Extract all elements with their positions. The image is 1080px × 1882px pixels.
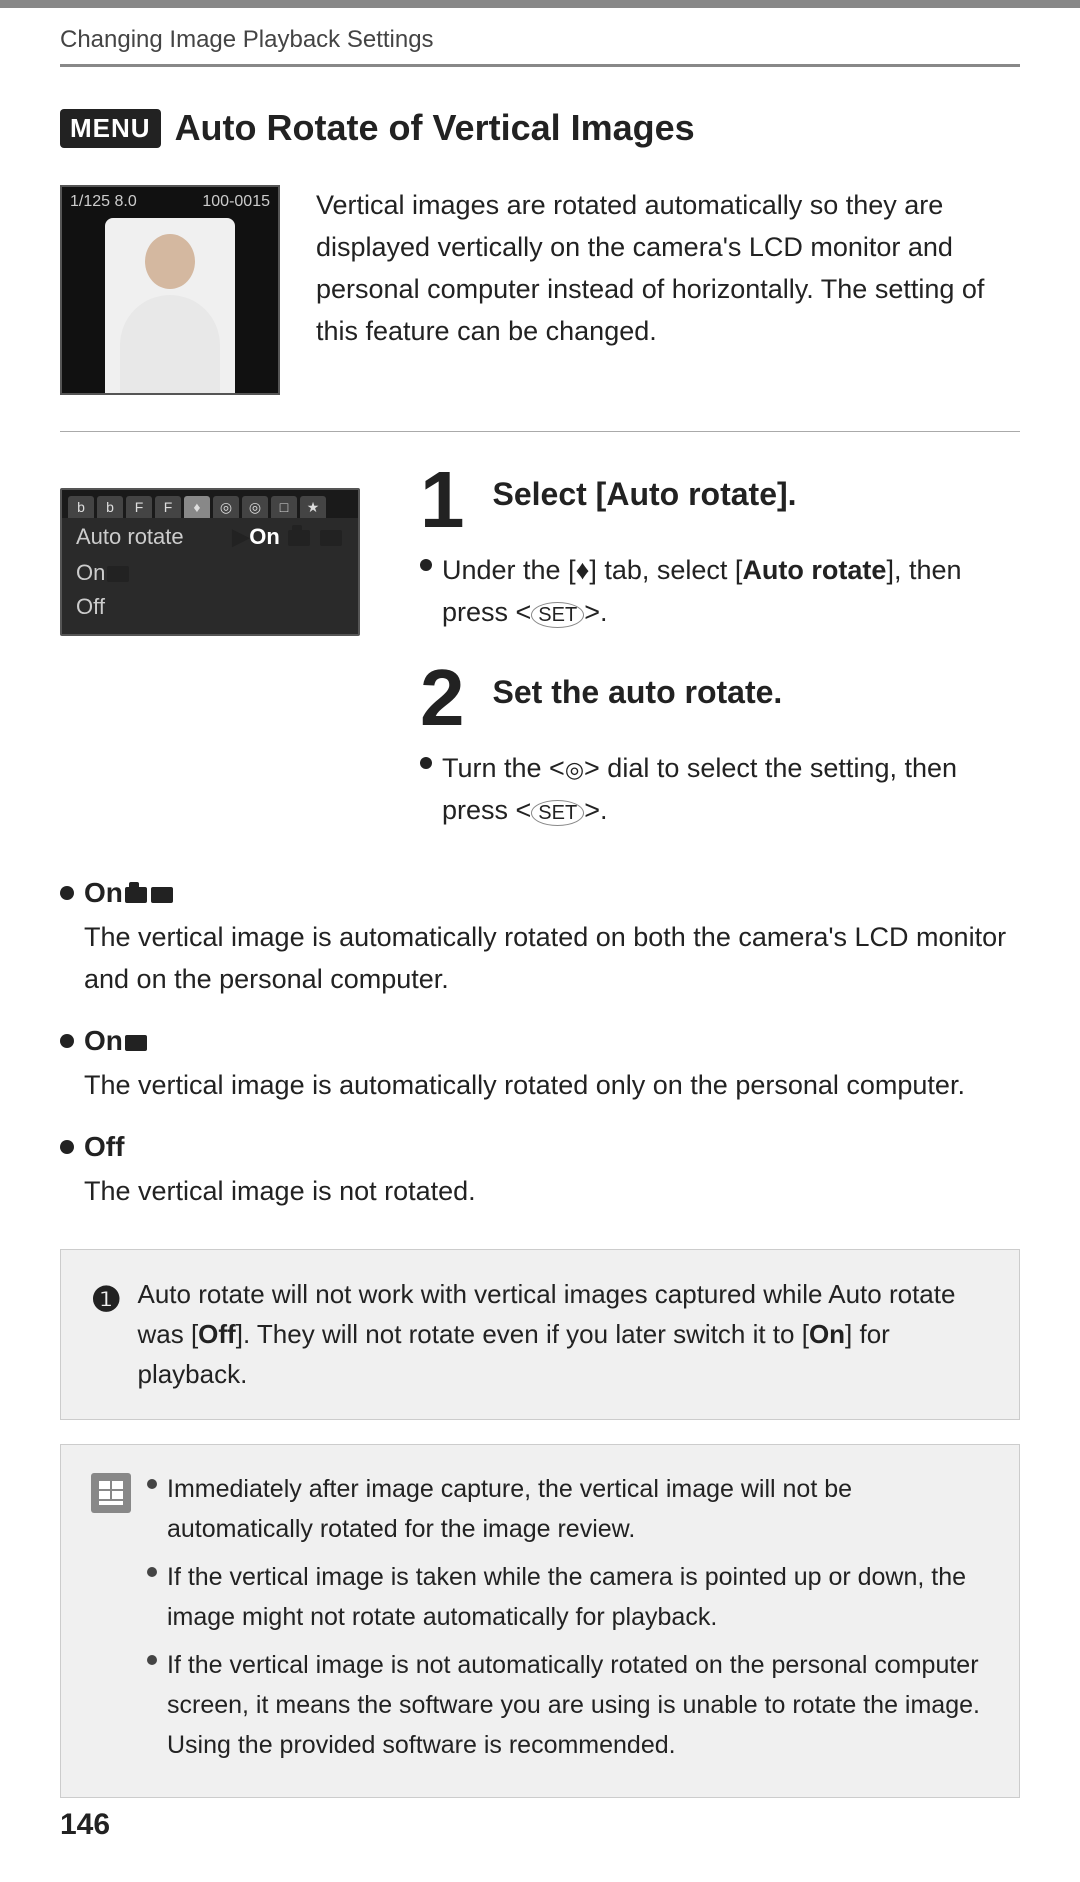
section-title: MENU Auto Rotate of Vertical Images bbox=[60, 107, 1020, 149]
bullet-circle-2 bbox=[60, 1034, 74, 1048]
monitor-icon-heading2 bbox=[125, 1035, 147, 1051]
note-content: Immediately after image capture, the ver… bbox=[147, 1469, 989, 1773]
menu-value-auto-rotate: ▶On bbox=[232, 524, 344, 550]
note-icon-svg bbox=[97, 1479, 125, 1507]
menu-tab-4: F bbox=[155, 496, 181, 518]
menu-tab-9: ★ bbox=[300, 496, 326, 518]
camera-image-thumbnail: 1/125 8.0 100-0015 bbox=[60, 185, 280, 395]
menu-tab-1: b bbox=[68, 496, 94, 518]
step2-title: Set the auto rotate. bbox=[493, 666, 783, 711]
step2-content: Turn the <◎> dial to select the setting,… bbox=[420, 748, 1020, 832]
step1-block: 1 Select [Auto rotate]. Under the [♦] ta… bbox=[420, 468, 1020, 634]
step1-content: Under the [♦] tab, select [Auto rotate],… bbox=[420, 550, 1020, 634]
menu-tab-2: b bbox=[97, 496, 123, 518]
menu-tab-7: ◎ bbox=[242, 496, 268, 518]
off-body: The vertical image is not rotated. bbox=[84, 1171, 1020, 1213]
bullet-on-cam-heading: On bbox=[60, 877, 1020, 909]
breadcrumb: Changing Image Playback Settings bbox=[0, 8, 1080, 64]
page-number: 146 bbox=[60, 1808, 110, 1842]
menu-label-auto-rotate: Auto rotate bbox=[76, 524, 184, 550]
menu-tab-5-active: ♦ bbox=[184, 496, 210, 518]
bullet-dot-1 bbox=[420, 559, 432, 571]
menu-tab-8: □ bbox=[271, 496, 297, 518]
monitor-icon-small bbox=[320, 530, 342, 546]
section-title-text: Auto Rotate of Vertical Images bbox=[175, 107, 695, 149]
bullet-off-heading: Off bbox=[60, 1131, 1020, 1163]
bullet-circle-1 bbox=[60, 886, 74, 900]
step2-number: 2 bbox=[420, 658, 465, 738]
person-head bbox=[145, 234, 195, 289]
note-dot-3 bbox=[147, 1655, 157, 1665]
menu-badge: MENU bbox=[60, 109, 161, 148]
warning-text: Auto rotate will not work with vertical … bbox=[137, 1274, 989, 1395]
camera-image-info: 1/125 8.0 100-0015 bbox=[70, 193, 270, 211]
note-bullet-1: Immediately after image capture, the ver… bbox=[147, 1469, 989, 1549]
step2-bullet: Turn the <◎> dial to select the setting,… bbox=[420, 748, 1020, 832]
intro-text: Vertical images are rotated automaticall… bbox=[316, 185, 1020, 395]
camera-icon-heading bbox=[125, 887, 147, 903]
menu-tabs: b b F F ♦ ◎ ◎ □ ★ bbox=[62, 490, 358, 518]
bullet-dot-2 bbox=[420, 757, 432, 769]
note-text-3: If the vertical image is not automatical… bbox=[167, 1645, 989, 1765]
note-box: Immediately after image capture, the ver… bbox=[60, 1444, 1020, 1798]
bullet-off-section: Off The vertical image is not rotated. bbox=[60, 1131, 1020, 1213]
on-cam-monitor-body: The vertical image is automatically rota… bbox=[84, 917, 1020, 1001]
bullet-on-monitor-heading: On bbox=[60, 1025, 1020, 1057]
file-number: 100-0015 bbox=[202, 193, 270, 211]
set-key-2: SET bbox=[531, 800, 584, 826]
menu-row-auto-rotate: Auto rotate ▶On bbox=[62, 518, 358, 556]
note-icon bbox=[91, 1473, 131, 1513]
note-text-1: Immediately after image capture, the ver… bbox=[167, 1469, 989, 1549]
step1-bullet: Under the [♦] tab, select [Auto rotate],… bbox=[420, 550, 1020, 634]
step1-title: Select [Auto rotate]. bbox=[493, 468, 797, 513]
note-text-2: If the vertical image is taken while the… bbox=[167, 1557, 989, 1637]
main-content: MENU Auto Rotate of Vertical Images 1/12… bbox=[0, 67, 1080, 1882]
step2-block: 2 Set the auto rotate. Turn the <◎> dial… bbox=[420, 666, 1020, 832]
note-dot-2 bbox=[147, 1567, 157, 1577]
step1-bullet-text: Under the [♦] tab, select [Auto rotate],… bbox=[442, 550, 1020, 634]
menu-tab-3: F bbox=[126, 496, 152, 518]
menu-option-on-monitor: On bbox=[76, 556, 344, 590]
on-cam-monitor-label: On bbox=[84, 877, 175, 909]
bullet-on-cam-monitor-section: On The vertical image is automatically r… bbox=[60, 877, 1020, 1001]
shutter-speed: 1/125 8.0 bbox=[70, 193, 137, 211]
menu-tab-6: ◎ bbox=[213, 496, 239, 518]
note-dot-1 bbox=[147, 1479, 157, 1489]
warning-icon: ❶ bbox=[91, 1274, 121, 1327]
bullet-circle-3 bbox=[60, 1140, 74, 1154]
off-label: Off bbox=[84, 1131, 124, 1163]
menu-option-list: On Off bbox=[62, 556, 358, 634]
menu-option-off: Off bbox=[76, 590, 344, 624]
monitor-icon-heading bbox=[151, 887, 173, 903]
on-monitor-label: On bbox=[84, 1025, 149, 1057]
person-image bbox=[105, 218, 235, 393]
monitor-icon-opt bbox=[107, 566, 129, 582]
step-left: b b F F ♦ ◎ ◎ □ ★ Auto rotate ▶On bbox=[60, 468, 380, 837]
bullet-on-monitor-section: On The vertical image is automatically r… bbox=[60, 1025, 1020, 1107]
step1-number: 1 bbox=[420, 460, 465, 540]
dial-icon: ◎ bbox=[565, 753, 584, 787]
note-bullet-3: If the vertical image is not automatical… bbox=[147, 1645, 989, 1765]
set-key-1: SET bbox=[531, 602, 584, 628]
top-bar bbox=[0, 0, 1080, 8]
warning-box: ❶ Auto rotate will not work with vertica… bbox=[60, 1249, 1020, 1420]
note-bullet-2: If the vertical image is taken while the… bbox=[147, 1557, 989, 1637]
menu-ui: b b F F ♦ ◎ ◎ □ ★ Auto rotate ▶On bbox=[60, 488, 360, 636]
arrow-right-icon: ▶ bbox=[232, 524, 249, 549]
camera-icon-small bbox=[288, 530, 310, 546]
on-monitor-body: The vertical image is automatically rota… bbox=[84, 1065, 1020, 1107]
intro-block: 1/125 8.0 100-0015 Vertical images are r… bbox=[60, 185, 1020, 395]
steps-text: 1 Select [Auto rotate]. Under the [♦] ta… bbox=[420, 468, 1020, 837]
step2-bullet-text: Turn the <◎> dial to select the setting,… bbox=[442, 748, 1020, 832]
steps-container: b b F F ♦ ◎ ◎ □ ★ Auto rotate ▶On bbox=[60, 468, 1020, 837]
person-body bbox=[120, 295, 220, 393]
divider-mid bbox=[60, 431, 1020, 432]
